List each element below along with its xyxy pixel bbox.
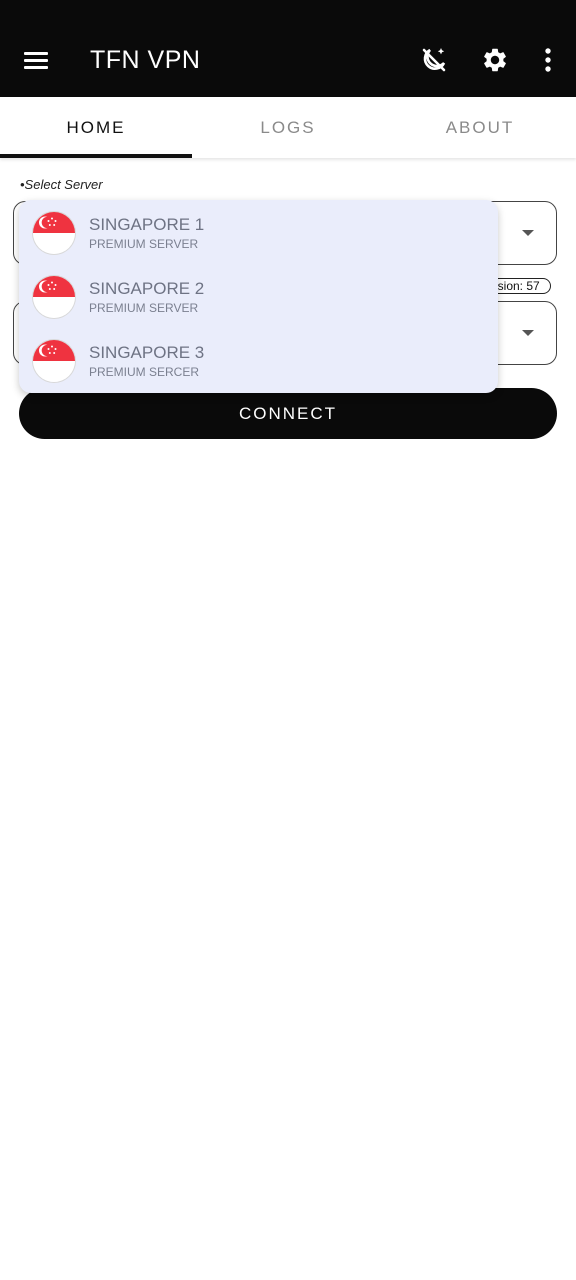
server-option[interactable]: SINGAPORE 1 PREMIUM SERVER	[19, 200, 498, 264]
dropdown-arrow-icon	[522, 330, 534, 336]
singapore-flag-icon	[33, 212, 75, 254]
singapore-flag-icon	[33, 340, 75, 382]
server-option-subtitle: PREMIUM SERVER	[89, 301, 199, 315]
server-option-subtitle: PREMIUM SERVER	[89, 237, 199, 251]
app-bar: TFN VPN	[0, 0, 576, 97]
server-option-title: SINGAPORE 1	[89, 215, 205, 234]
server-option[interactable]: SINGAPORE 2 PREMIUM SERVER	[19, 264, 498, 328]
select-server-label: •Select Server	[20, 177, 103, 192]
tab-about[interactable]: ABOUT	[384, 97, 576, 158]
gear-icon[interactable]	[477, 42, 513, 78]
tab-indicator	[0, 154, 192, 158]
dropdown-arrow-icon	[522, 230, 534, 236]
server-option[interactable]: SINGAPORE 3 PREMIUM SERCER	[19, 328, 498, 392]
more-vert-icon[interactable]	[530, 42, 566, 78]
app-title: TFN VPN	[90, 46, 201, 74]
server-option-title: SINGAPORE 2	[89, 279, 205, 298]
night-mode-icon[interactable]	[416, 42, 452, 78]
server-option-title: SINGAPORE 3	[89, 343, 205, 362]
singapore-flag-icon	[33, 276, 75, 318]
hamburger-menu-icon[interactable]	[20, 44, 52, 76]
server-dropdown-menu: SINGAPORE 1 PREMIUM SERVER SINGAPORE 2 P…	[19, 200, 498, 393]
tab-bar: HOME LOGS ABOUT	[0, 97, 576, 158]
tab-logs[interactable]: LOGS	[192, 97, 384, 158]
tab-home[interactable]: HOME	[0, 97, 192, 158]
connect-button[interactable]: CONNECT	[19, 388, 557, 439]
server-option-subtitle: PREMIUM SERCER	[89, 365, 200, 379]
